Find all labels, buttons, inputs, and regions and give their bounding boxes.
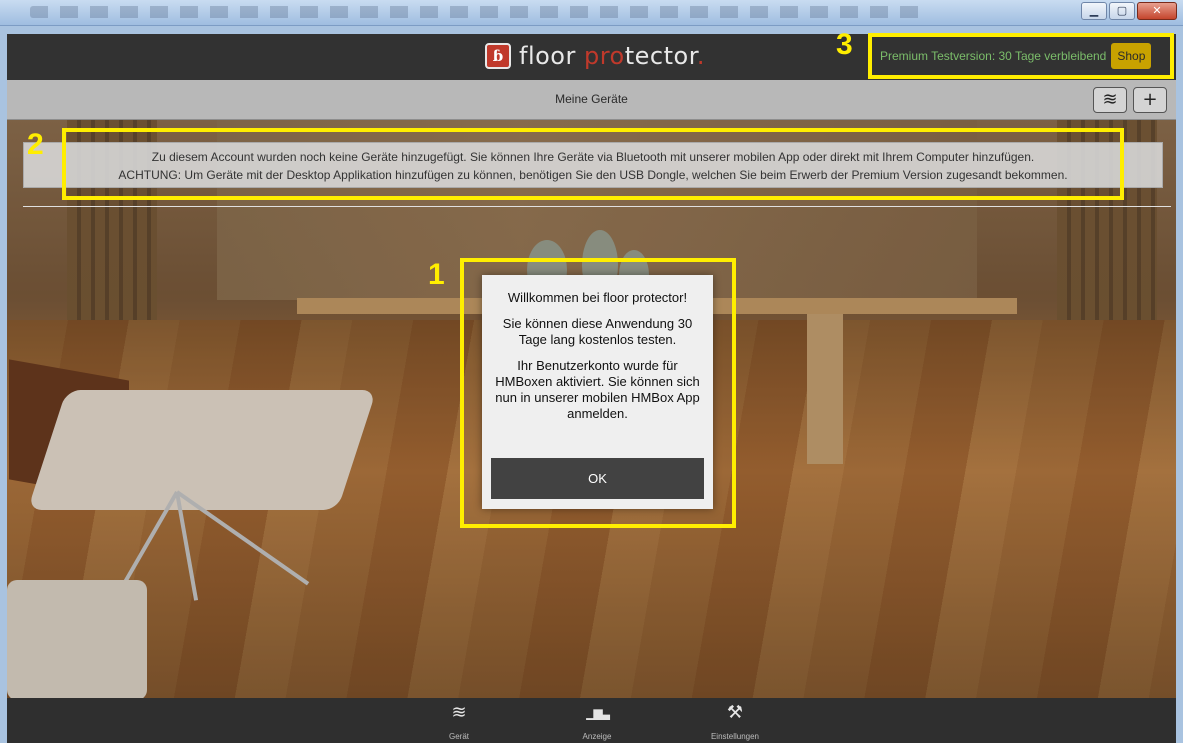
- maximize-button[interactable]: ▢: [1109, 2, 1135, 20]
- wifi-icon: ≋: [1102, 89, 1118, 110]
- annotation-marker-2: 2: [27, 128, 44, 161]
- logo-text: floor protector.: [519, 42, 705, 70]
- logo-word-floor: floor: [519, 42, 584, 70]
- logo-badge-icon: ɓ: [485, 43, 511, 69]
- annotation-marker-1: 1: [428, 258, 445, 291]
- nav-item-anzeige[interactable]: ▁▆▃ Anzeige: [552, 702, 642, 741]
- bottom-navigation: ≋ Gerät ▁▆▃ Anzeige ⚒ Einstellungen: [7, 698, 1176, 743]
- window-titlebar: ▁ ▢ ✕: [0, 0, 1183, 26]
- layers-icon: ≋: [451, 702, 467, 723]
- nav-label: Einstellungen: [710, 732, 760, 741]
- nav-item-geraet[interactable]: ≋ Gerät: [414, 702, 504, 741]
- nav-label: Anzeige: [582, 732, 612, 741]
- wifi-button[interactable]: ≋: [1093, 87, 1127, 113]
- trial-status-text: Premium Testversion: 30 Tage verbleibend: [880, 49, 1107, 63]
- bar-chart-icon: ▁▆▃: [586, 706, 610, 720]
- add-device-button[interactable]: +: [1133, 87, 1167, 113]
- nav-label: Gerät: [448, 732, 469, 741]
- tools-icon: ⚒: [726, 702, 744, 723]
- close-button[interactable]: ✕: [1137, 2, 1177, 20]
- dialog-highlight: [460, 258, 736, 528]
- shop-button[interactable]: Shop: [1111, 43, 1152, 69]
- logo-word-pro: pro: [583, 42, 625, 70]
- trial-status-highlight: Premium Testversion: 30 Tage verbleibend…: [868, 33, 1174, 79]
- divider: [23, 206, 1171, 207]
- plus-icon: +: [1142, 89, 1158, 110]
- minimize-button[interactable]: ▁: [1081, 2, 1107, 20]
- logo-word-tector: tector: [624, 42, 697, 70]
- info-panel-highlight: [62, 128, 1124, 200]
- subheader-bar: Meine Geräte ≋ +: [7, 80, 1176, 120]
- page-title: Meine Geräte: [555, 92, 628, 106]
- titlebar-blurred-area: [30, 6, 930, 18]
- logo-dot: .: [696, 42, 706, 70]
- window-controls: ▁ ▢ ✕: [1081, 2, 1177, 20]
- nav-item-einstellungen[interactable]: ⚒ Einstellungen: [690, 702, 780, 741]
- app-logo: ɓ floor protector.: [485, 42, 705, 70]
- annotation-marker-3: 3: [836, 28, 853, 61]
